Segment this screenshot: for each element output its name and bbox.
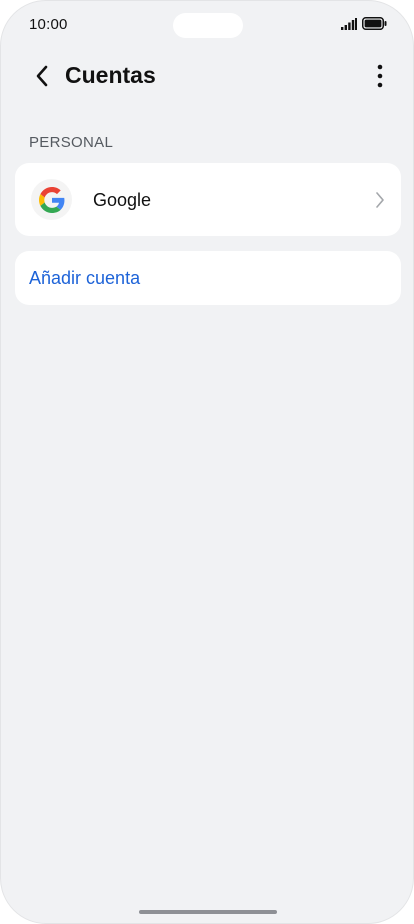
account-name: Google [93, 190, 152, 210]
status-icons [341, 17, 387, 30]
status-time: 10:00 [29, 16, 68, 33]
battery-icon [362, 17, 387, 30]
status-bar: 10:00 [1, 1, 413, 49]
more-options-button[interactable] [365, 59, 395, 93]
google-logo-icon [31, 179, 72, 220]
chevron-right-icon [376, 192, 384, 208]
back-button[interactable] [27, 61, 57, 91]
page-title: Cuentas [65, 62, 156, 88]
add-account-button[interactable]: Añadir cuenta [15, 251, 401, 305]
accounts-card: Google [15, 163, 401, 236]
more-vertical-icon [377, 64, 383, 88]
signal-icon [341, 17, 357, 30]
camera-cutout [173, 13, 243, 38]
home-indicator[interactable] [139, 910, 277, 914]
add-account-label: Añadir cuenta [29, 268, 141, 288]
phone-screen: 10:00 Cuentas PERSONAL Google Añadir cue… [0, 0, 414, 924]
app-bar: Cuentas [1, 53, 413, 99]
account-row-google[interactable]: Google [15, 163, 401, 236]
back-arrow-icon [36, 65, 48, 87]
section-label-personal: PERSONAL [29, 134, 114, 151]
